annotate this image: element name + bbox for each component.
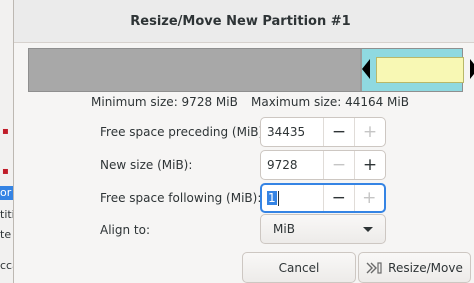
resize-handle-right-icon[interactable] bbox=[470, 59, 474, 79]
align-to-value: MiB bbox=[273, 222, 295, 236]
resize-move-button[interactable]: Resize/Move bbox=[358, 252, 471, 283]
new-size-value: 9728 bbox=[267, 158, 298, 172]
minimum-size: Minimum size: 9728 MiB bbox=[91, 95, 238, 109]
partition-used-space bbox=[376, 57, 464, 83]
cancel-button[interactable]: Cancel bbox=[242, 252, 356, 283]
free-space-following-value: 1 bbox=[267, 191, 277, 205]
align-to-label: Align to: bbox=[100, 223, 151, 237]
resize-move-button-label: Resize/Move bbox=[388, 260, 463, 275]
dialog-title: Resize/Move New Partition #1 bbox=[130, 13, 351, 29]
resize-move-icon bbox=[366, 261, 382, 275]
minus-icon[interactable]: − bbox=[323, 185, 354, 211]
align-to-combo[interactable]: MiB bbox=[260, 214, 386, 244]
warning-icon: ▪ bbox=[2, 166, 9, 177]
text-caret bbox=[277, 190, 279, 206]
resize-handle-left-icon[interactable] bbox=[362, 59, 370, 79]
free-space-preceding-label: Free space preceding (MiB): bbox=[100, 125, 268, 139]
new-size-spinner[interactable]: 9728 − + bbox=[260, 150, 386, 180]
warning-icon: ▪ bbox=[2, 126, 9, 137]
dialog-titlebar[interactable]: Resize/Move New Partition #1 bbox=[14, 0, 474, 43]
plus-icon[interactable]: + bbox=[354, 118, 385, 146]
combo-arrow-icon bbox=[363, 226, 373, 232]
plus-icon[interactable]: + bbox=[354, 151, 385, 179]
free-space-following-label: Free space following (MiB): bbox=[100, 191, 262, 205]
size-limits: Minimum size: 9728 MiB Maximum size: 441… bbox=[14, 94, 474, 110]
free-space-preceding-spinner[interactable]: 34435 − + bbox=[260, 117, 386, 147]
cancel-button-label: Cancel bbox=[278, 260, 320, 275]
partition-visualizer[interactable] bbox=[28, 48, 474, 92]
resize-move-dialog: Resize/Move New Partition #1 Minimum siz… bbox=[13, 0, 474, 283]
plus-icon[interactable]: + bbox=[353, 185, 384, 211]
free-space-preceding-input[interactable]: 34435 bbox=[261, 118, 323, 146]
minus-icon[interactable]: − bbox=[323, 151, 354, 179]
unallocated-space bbox=[29, 49, 360, 91]
new-size-label: New size (MiB): bbox=[100, 158, 193, 172]
free-space-following-spinner[interactable]: 1 − + bbox=[260, 183, 386, 213]
free-space-preceding-value: 34435 bbox=[267, 125, 306, 139]
new-size-input[interactable]: 9728 bbox=[261, 151, 323, 179]
minus-icon[interactable]: − bbox=[323, 118, 354, 146]
maximum-size: Maximum size: 44164 MiB bbox=[251, 95, 409, 109]
free-space-following-input[interactable]: 1 bbox=[262, 185, 323, 211]
